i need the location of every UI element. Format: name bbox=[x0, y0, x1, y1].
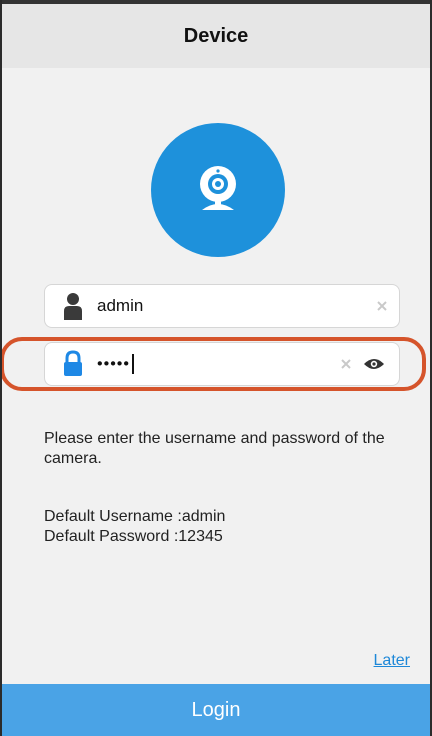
instruction-text: Please enter the username and password o… bbox=[44, 430, 385, 467]
username-field[interactable]: admin bbox=[44, 284, 400, 328]
screen: Device admin ••••• Please enter the user… bbox=[0, 0, 432, 736]
default-credentials: Default Username :admin Default Password… bbox=[44, 507, 408, 547]
page-title: Device bbox=[183, 24, 249, 47]
top-bar: Device bbox=[2, 0, 430, 68]
default-password-text: Default Password :12345 bbox=[44, 528, 223, 545]
webcam-icon bbox=[151, 123, 285, 257]
later-link[interactable]: Later bbox=[374, 652, 410, 670]
default-username-text: Default Username :admin bbox=[44, 508, 226, 525]
password-value: ••••• bbox=[97, 354, 339, 375]
text-caret bbox=[132, 354, 135, 375]
login-button[interactable]: Login bbox=[2, 684, 430, 736]
password-field[interactable]: ••••• bbox=[44, 342, 400, 386]
clear-x-icon[interactable] bbox=[375, 299, 389, 313]
lock-icon bbox=[61, 350, 85, 378]
password-dots: ••••• bbox=[97, 355, 131, 373]
person-icon bbox=[61, 292, 85, 320]
eye-icon[interactable] bbox=[363, 357, 385, 371]
clear-x-icon[interactable] bbox=[339, 357, 353, 371]
username-value: admin bbox=[97, 296, 144, 315]
